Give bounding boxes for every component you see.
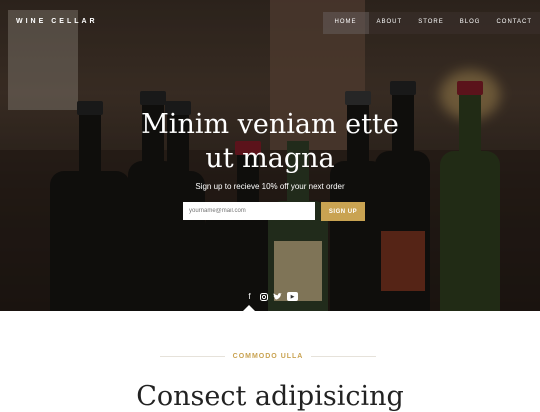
twitter-icon[interactable] [273, 292, 282, 301]
nav-item-about[interactable]: ABOUT [369, 12, 411, 34]
eyebrow-row: COMMODO ULLA [160, 353, 376, 360]
section-heading: Consect adipisicing [136, 381, 404, 412]
nav-menu: HOME ABOUT STORE BLOG CONTACT [322, 12, 540, 34]
hero-subtext: Sign up to recieve 10% off your next ord… [195, 182, 345, 191]
instagram-icon[interactable] [259, 292, 268, 301]
youtube-icon[interactable]: ▶ [287, 292, 298, 301]
hero-headline-line2: ut magna [205, 143, 335, 174]
email-input[interactable] [183, 202, 315, 220]
nav-item-contact[interactable]: CONTACT [488, 12, 540, 34]
brand-logo[interactable]: WINE CELLAR [16, 18, 98, 25]
hero-headline-line1: Minim veniam ette [141, 109, 399, 140]
divider-left [160, 356, 225, 357]
top-navigation: WINE CELLAR HOME ABOUT STORE BLOG CONTAC… [0, 0, 540, 34]
signup-form: SIGN UP [183, 202, 365, 221]
section-eyebrow: COMMODO ULLA [232, 353, 304, 360]
hero-section: WINE CELLAR HOME ABOUT STORE BLOG CONTAC… [0, 0, 540, 311]
divider-right [311, 356, 376, 357]
social-links: f ▶ [245, 292, 298, 301]
signup-button[interactable]: SIGN UP [321, 202, 365, 221]
hero-headline: Minim veniam ette ut magna [0, 108, 540, 176]
content-section: COMMODO ULLA Consect adipisicing [0, 311, 540, 412]
nav-item-blog[interactable]: BLOG [452, 12, 489, 34]
facebook-icon[interactable]: f [245, 292, 254, 301]
nav-item-store[interactable]: STORE [410, 12, 452, 34]
nav-item-home[interactable]: HOME [322, 12, 369, 34]
